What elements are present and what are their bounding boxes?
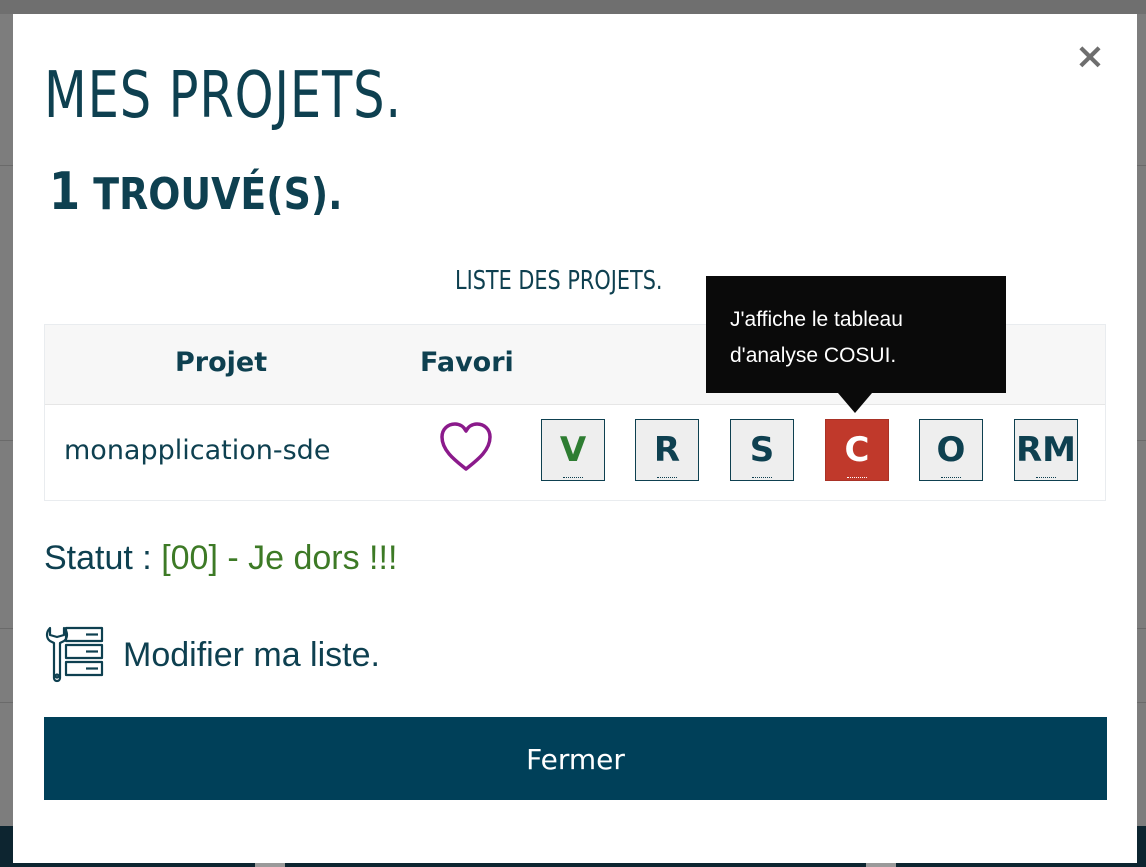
action-button-o[interactable]: O — [919, 419, 983, 481]
tooltip-arrow — [838, 393, 872, 413]
status-label: Statut : — [44, 539, 162, 577]
modal-title: MES PROJETS. — [44, 59, 403, 133]
column-header-projet: Projet — [175, 347, 268, 378]
action-button-rm[interactable]: RM — [1014, 419, 1078, 481]
action-button-s[interactable]: S — [730, 419, 794, 481]
action-button-v[interactable]: V — [541, 419, 605, 481]
project-list-title: LISTE DES PROJETS. — [455, 266, 663, 296]
close-button[interactable]: Fermer — [44, 717, 1107, 800]
heart-outline-icon[interactable] — [438, 421, 494, 473]
action-button-c[interactable]: C — [825, 419, 889, 481]
close-icon[interactable]: × — [1073, 39, 1107, 75]
status-line: Statut : [00] - Je dors !!! — [44, 539, 397, 578]
modify-list-label: Modifier ma liste. — [123, 636, 380, 674]
status-value: [00] - Je dors !!! — [161, 539, 398, 577]
background-topbar — [0, 0, 1146, 14]
found-count: 1 — [49, 162, 81, 222]
column-header-favori: Favori — [420, 347, 514, 378]
tooltip: J'affiche le tableau d'analyse COSUI. — [706, 276, 1006, 393]
found-count-heading: 1 TROUVÉ(S). — [49, 164, 343, 223]
action-button-r[interactable]: R — [635, 419, 699, 481]
found-suffix: TROUVÉ(S). — [93, 169, 343, 220]
server-wrench-icon — [45, 626, 104, 683]
projects-modal: × MES PROJETS. 1 TROUVÉ(S). LISTE DES PR… — [13, 14, 1137, 863]
project-name: monapplication-sde — [64, 435, 331, 466]
